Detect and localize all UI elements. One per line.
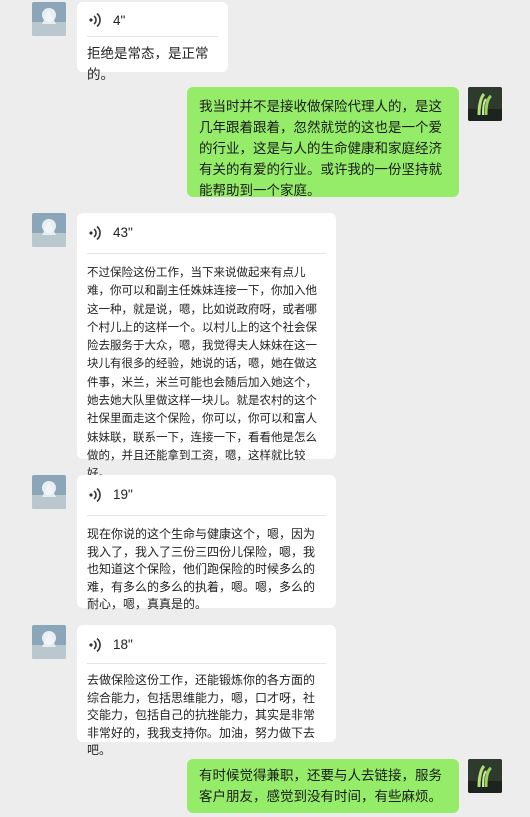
voice-duration: 19" <box>113 487 133 503</box>
contact-avatar[interactable] <box>32 475 66 509</box>
divider <box>87 253 326 254</box>
voice-duration: 18" <box>113 637 133 653</box>
message-text: 有时候觉得兼职，还要与人去链接，服务客户朋友，感觉到没有时间，有些麻烦。 <box>199 768 442 804</box>
voice-message[interactable]: 4" 拒绝是常态，是正常的。 <box>77 2 228 82</box>
contact-avatar[interactable] <box>32 2 66 36</box>
message-text: 我当时并不是接收做保险代理人的，是这几年跟着跟着，忽然就觉的这也是一个爱的行业，… <box>199 99 442 198</box>
contact-avatar[interactable] <box>32 213 66 247</box>
my-avatar[interactable] <box>468 759 502 793</box>
text-message[interactable]: 我当时并不是接收做保险代理人的，是这几年跟着跟着，忽然就觉的这也是一个爱的行业，… <box>187 87 459 198</box>
divider <box>87 515 326 516</box>
voice-duration: 4" <box>113 12 126 28</box>
voice-message[interactable]: 18" 去做保险这份工作，还能锻炼你的各方面的综合能力，包括思维能力，嗯，口才呀… <box>77 625 336 757</box>
voice-message[interactable]: 43" 不过保险这份工作，当下来说做起来有点儿难，你可以和副主任姝妹连接一下，你… <box>77 213 336 480</box>
voice-wave-icon <box>89 225 101 241</box>
voice-wave-icon <box>89 637 101 653</box>
voice-wave-icon <box>89 487 101 503</box>
voice-wave-icon <box>89 12 101 28</box>
divider <box>87 663 326 664</box>
voice-transcript: 拒绝是常态，是正常的。 <box>87 46 209 82</box>
voice-duration: 43" <box>113 224 133 240</box>
voice-transcript: 现在你说的这个生命与健康这个，嗯，因为我入了，我入了三份三四份儿保险，嗯，我也知… <box>87 527 316 611</box>
voice-transcript: 去做保险这份工作，还能锻炼你的各方面的综合能力，包括思维能力，嗯，口才呀，社交能… <box>87 673 316 757</box>
contact-avatar[interactable] <box>32 625 66 659</box>
voice-transcript: 不过保险这份工作，当下来说做起来有点儿难，你可以和副主任姝妹连接一下，你加入他这… <box>87 267 317 480</box>
divider <box>87 36 218 37</box>
text-message[interactable]: 有时候觉得兼职，还要与人去链接，服务客户朋友，感觉到没有时间，有些麻烦。 <box>187 759 459 813</box>
my-avatar[interactable] <box>468 87 502 121</box>
voice-message[interactable]: 19" 现在你说的这个生命与健康这个，嗯，因为我入了，我入了三份三四份儿保险，嗯… <box>77 475 336 611</box>
